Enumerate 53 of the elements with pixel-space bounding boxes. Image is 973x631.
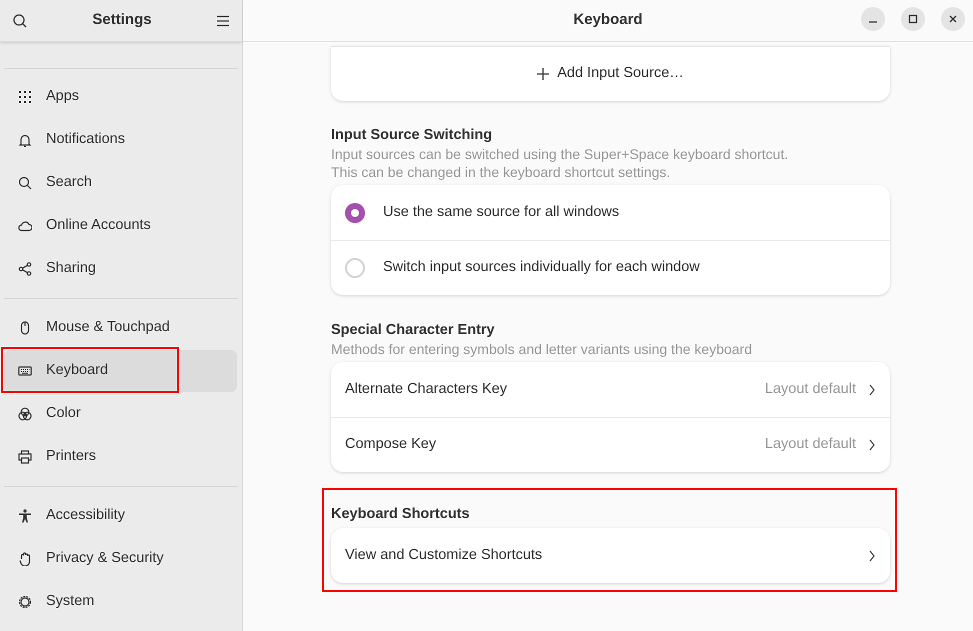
menu-icon[interactable] — [216, 14, 230, 26]
close-icon — [948, 14, 958, 24]
keyboard-icon — [18, 364, 32, 378]
search-icon[interactable] — [12, 12, 28, 28]
minimize-icon — [869, 21, 877, 23]
sidebar-item[interactable]: Color — [4, 393, 237, 435]
radio-button[interactable] — [345, 258, 365, 278]
search-icon — [18, 176, 32, 190]
sidebar-item[interactable]: Apps — [4, 76, 237, 118]
printer-icon — [18, 450, 32, 464]
section-description: This can be changed in the keyboard shortcut settings. — [331, 163, 672, 181]
sidebar-item[interactable]: Mouse & Touchpad — [4, 307, 237, 349]
sidebar-item[interactable]: Sharing — [4, 248, 237, 290]
chevron-icon — [868, 438, 876, 452]
gear-icon — [18, 595, 32, 609]
sidebar-item[interactable]: Privacy & Security — [4, 538, 237, 580]
bell-icon — [18, 133, 32, 147]
row-value: Layout default — [764, 435, 856, 454]
radio-option[interactable]: Switch input sources individually for each window — [331, 240, 890, 295]
section-heading: Special Character Entry — [331, 321, 496, 340]
section-heading: Keyboard Shortcuts — [331, 505, 471, 524]
radio-option[interactable]: Use the same source for all windows — [331, 185, 890, 240]
settings-row[interactable]: Alternate Characters Key Layout default — [331, 362, 890, 417]
add-input-source-button[interactable]: Add Input Source… — [331, 47, 890, 101]
maximize-button[interactable] — [901, 7, 925, 31]
sidebar-item[interactable]: Search — [4, 162, 237, 204]
plus-icon — [537, 68, 550, 80]
apps-icon — [18, 90, 32, 104]
window-title: Keyboard — [573, 10, 643, 30]
section-heading: Input Source Switching — [331, 126, 494, 145]
sidebar-item[interactable]: Online Accounts — [4, 205, 237, 247]
sidebar-item[interactable]: Accessibility — [4, 495, 237, 537]
chevron-icon — [868, 548, 876, 562]
mouse-icon — [18, 321, 32, 335]
cloud-icon — [18, 219, 32, 233]
section-description: Methods for entering symbols and letter variants using the keyboard — [331, 340, 754, 358]
color-icon — [18, 407, 32, 421]
share-icon — [18, 262, 32, 276]
maximize-icon — [908, 14, 918, 24]
sidebar-title: Settings — [92, 10, 152, 30]
settings-row[interactable]: Compose Key Layout default — [331, 417, 890, 472]
settings-row[interactable]: View and Customize Shortcuts — [331, 528, 890, 583]
sidebar-item[interactable]: Notifications — [4, 119, 237, 161]
sidebar-item[interactable]: System — [4, 581, 237, 623]
close-button[interactable] — [941, 7, 965, 31]
hand-icon — [18, 552, 32, 566]
person-icon — [18, 509, 32, 523]
sidebar-item[interactable]: Keyboard — [4, 350, 237, 392]
chevron-icon — [868, 382, 876, 396]
row-value: Layout default — [764, 380, 856, 399]
section-description: Input sources can be switched using the Super+Space keyboard shortcut. — [331, 145, 790, 163]
radio-button[interactable] — [345, 202, 365, 222]
sidebar-item[interactable]: Printers — [4, 436, 237, 478]
